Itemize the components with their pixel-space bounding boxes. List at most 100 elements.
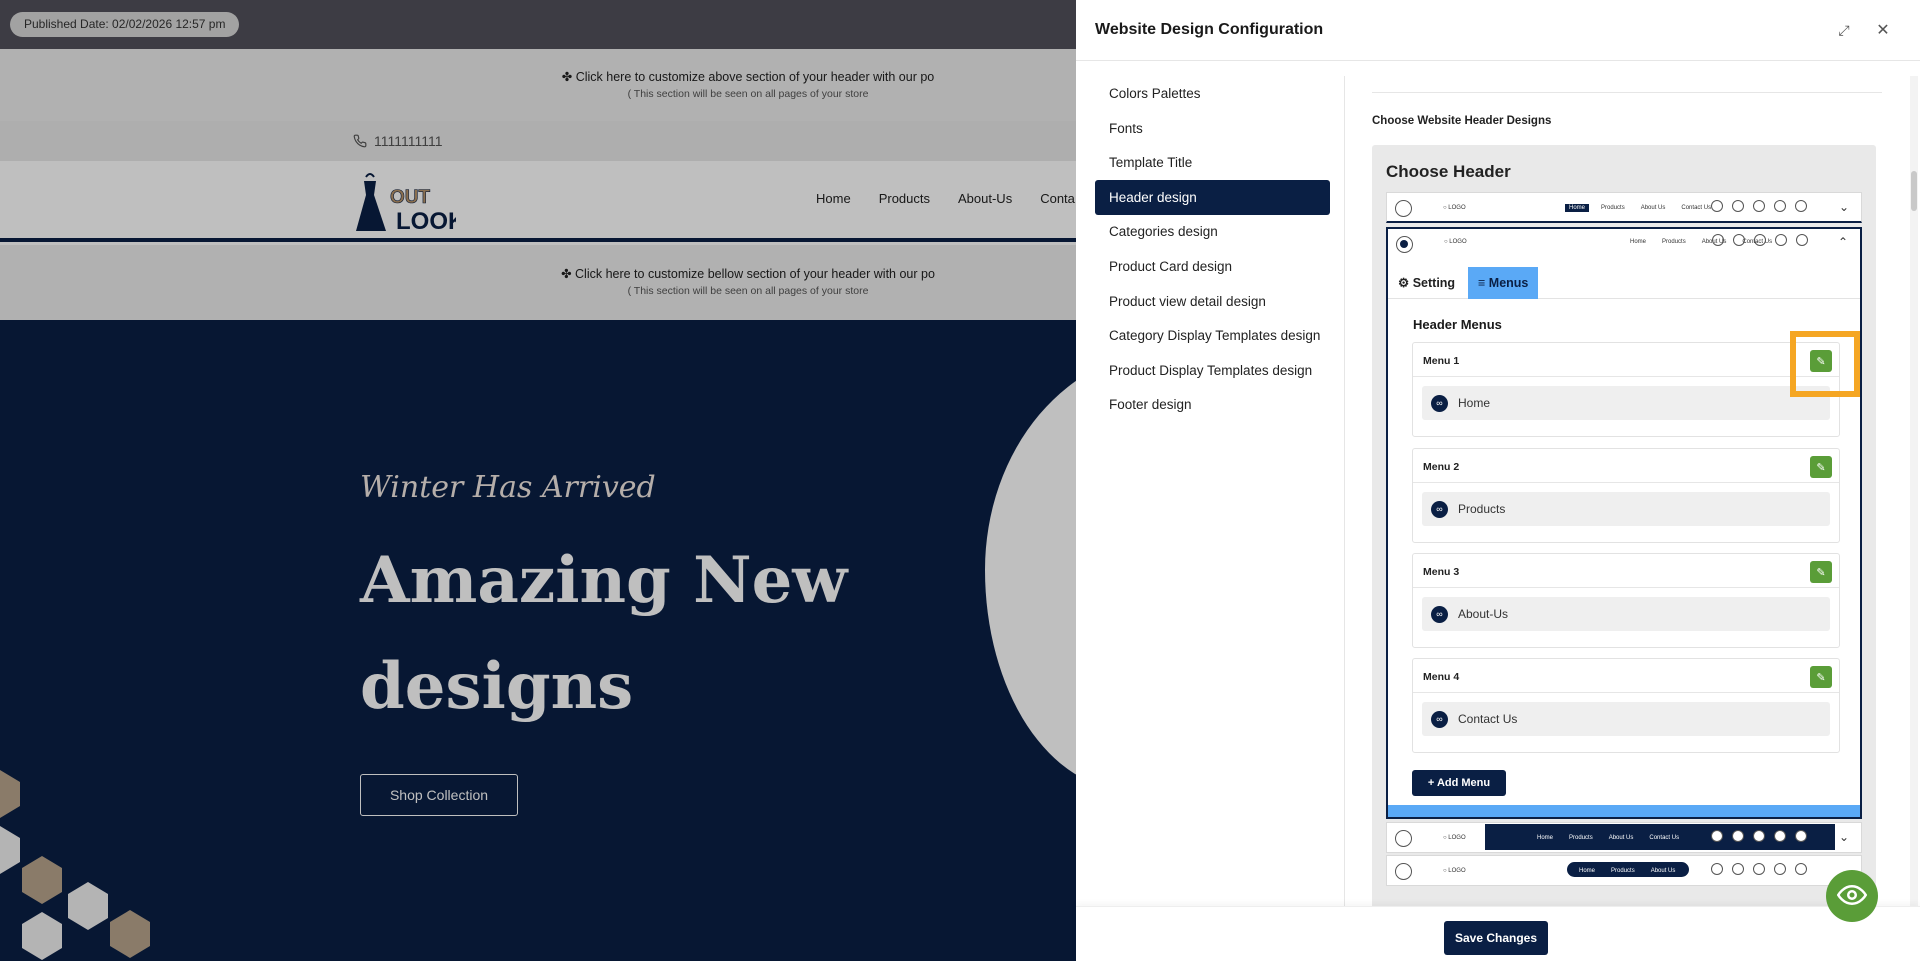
tab-menus-label: Menus bbox=[1488, 276, 1529, 290]
link-icon: ∞ bbox=[1431, 501, 1448, 518]
header-option-3[interactable]: ○ LOGO Home Products About Us Contact Us… bbox=[1386, 822, 1862, 853]
cart-icon bbox=[1753, 200, 1765, 212]
panel-title: Website Design Configuration bbox=[1095, 21, 1324, 38]
menu-item[interactable]: ∞ About-Us bbox=[1422, 597, 1830, 631]
notification-icon bbox=[1774, 200, 1786, 212]
mini-nav: Home Products About Us Contact Us bbox=[1533, 832, 1683, 843]
mini-nav-products: Products bbox=[1662, 238, 1686, 245]
sidebar-item-header-design[interactable]: Header design bbox=[1095, 179, 1330, 215]
search-icon bbox=[1712, 234, 1724, 246]
published-date-badge: Published Date: 02/02/2026 12:57 pm bbox=[10, 12, 240, 37]
menu-item[interactable]: ∞ Contact Us bbox=[1422, 702, 1830, 736]
edit-menu-2-button[interactable]: ✎ bbox=[1810, 456, 1832, 478]
menu-card-header: Menu 3 ✎ bbox=[1413, 554, 1839, 588]
mini-icons bbox=[1711, 830, 1807, 842]
mini-icons bbox=[1712, 234, 1808, 246]
store-header: OUT LOOK Home Products About-Us Conta bbox=[0, 161, 1076, 242]
customize-above-subtext: ( This section will be seen on all pages… bbox=[627, 88, 869, 100]
store-logo[interactable]: OUT LOOK bbox=[352, 169, 456, 235]
customize-below-text: ✤ Click here to customize bellow section… bbox=[561, 267, 935, 281]
header-option-1-preview: ○ LOGO Home Products About Us Contact Us bbox=[1443, 199, 1833, 217]
close-icon[interactable]: ✕ bbox=[1873, 20, 1893, 40]
header-option-2[interactable]: ○ LOGO Home Products About Us Contact Us… bbox=[1386, 227, 1862, 819]
store-nav-menu: Home Products About-Us Conta bbox=[816, 191, 1075, 206]
mini-nav: Home Products About Us Contact Us bbox=[1575, 865, 1725, 876]
menu-label: Menu 3 bbox=[1423, 566, 1460, 578]
phone-number: 1111111111 bbox=[374, 133, 443, 149]
menu-card-header: Menu 2 ✎ bbox=[1413, 449, 1839, 483]
sidebar-item-colors-palettes[interactable]: Colors Palettes bbox=[1095, 76, 1330, 111]
customize-above-header[interactable]: ✤ Click here to customize above section … bbox=[0, 49, 1076, 121]
menu-item[interactable]: ∞ Home bbox=[1422, 386, 1830, 420]
sidebar-item-categories-design[interactable]: Categories design bbox=[1095, 214, 1330, 249]
store-nav-contact[interactable]: Conta bbox=[1040, 191, 1075, 206]
edit-menu-4-button[interactable]: ✎ bbox=[1810, 666, 1832, 688]
store-nav-products[interactable]: Products bbox=[879, 191, 930, 206]
header-design-content: Choose Website Header Designs Choose Hea… bbox=[1345, 61, 1905, 906]
link-icon: ∞ bbox=[1431, 711, 1448, 728]
store-nav-about[interactable]: About-Us bbox=[958, 191, 1012, 206]
pencil-icon: ✎ bbox=[1816, 461, 1826, 474]
menu-item[interactable]: ∞ Products bbox=[1422, 492, 1830, 526]
save-changes-button[interactable]: Save Changes bbox=[1444, 921, 1548, 955]
expanded-bottom-band bbox=[1388, 805, 1860, 817]
header-option-1-radio[interactable] bbox=[1395, 200, 1412, 217]
sidebar-item-template-title[interactable]: Template Title bbox=[1095, 145, 1330, 180]
header-option-3-preview: ○ LOGO Home Products About Us Contact Us bbox=[1443, 824, 1835, 850]
menu-label: Menu 1 bbox=[1423, 355, 1460, 367]
add-menu-button[interactable]: + Add Menu bbox=[1412, 770, 1506, 796]
header-option-3-radio[interactable] bbox=[1395, 830, 1412, 847]
hero-headline: Amazing New designs bbox=[360, 543, 848, 724]
mini-icons bbox=[1711, 200, 1807, 212]
menu-label: Menu 2 bbox=[1423, 461, 1460, 473]
mini-nav: Home Products About Us Contact Us bbox=[1565, 202, 1715, 213]
sidebar-item-product-display-templates[interactable]: Product Display Templates design bbox=[1095, 353, 1330, 388]
preview-toggle-button[interactable] bbox=[1826, 870, 1878, 922]
search-icon bbox=[1711, 830, 1723, 842]
notification-icon bbox=[1774, 830, 1786, 842]
choose-header-box: Choose Header ○ LOGO Home Products About… bbox=[1372, 145, 1876, 906]
edit-menu-1-button[interactable]: ✎ bbox=[1810, 350, 1832, 372]
mini-nav-contact: Contact Us bbox=[1681, 204, 1712, 211]
header-option-4-radio[interactable] bbox=[1395, 863, 1412, 880]
menu-card-header: Menu 1 ✎ bbox=[1413, 343, 1839, 377]
edit-menu-3-button[interactable]: ✎ bbox=[1810, 561, 1832, 583]
scrollbar-thumb[interactable] bbox=[1911, 171, 1917, 211]
panel-footer: Save Changes bbox=[1076, 906, 1920, 961]
logo-text-bottom: LOOK bbox=[396, 208, 456, 235]
shop-collection-button[interactable]: Shop Collection bbox=[360, 774, 518, 816]
cart-icon bbox=[1753, 830, 1765, 842]
gear-icon: ⚙ bbox=[1398, 276, 1410, 290]
mini-nav-contact: Contact Us bbox=[1649, 834, 1680, 841]
cart-icon bbox=[1754, 234, 1766, 246]
phone-contact: 1111111111 bbox=[353, 133, 443, 149]
sidebar-item-footer-design[interactable]: Footer design bbox=[1095, 387, 1330, 422]
customize-below-subtext: ( This section will be seen on all pages… bbox=[627, 285, 869, 297]
chevron-down-icon[interactable]: ⌄ bbox=[1839, 200, 1849, 214]
section-title: Choose Website Header Designs bbox=[1372, 115, 1552, 127]
store-nav-home[interactable]: Home bbox=[816, 191, 851, 206]
mini-nav-about: About Us bbox=[1640, 204, 1666, 211]
sidebar-item-fonts[interactable]: Fonts bbox=[1095, 111, 1330, 146]
expand-icon[interactable]: ⤢ bbox=[1834, 20, 1854, 40]
sidebar-item-category-display-templates[interactable]: Category Display Templates design bbox=[1095, 318, 1330, 353]
mini-logo: ○ LOGO bbox=[1443, 835, 1466, 841]
chevron-up-icon[interactable]: ⌃ bbox=[1838, 235, 1848, 249]
pencil-icon: ✎ bbox=[1816, 671, 1826, 684]
eye-icon bbox=[1836, 884, 1868, 905]
chevron-down-icon[interactable]: ⌄ bbox=[1839, 830, 1849, 844]
notification-icon bbox=[1775, 234, 1787, 246]
tab-menus[interactable]: ≡ Menus bbox=[1468, 267, 1539, 299]
sidebar-item-product-view-detail-design[interactable]: Product view detail design bbox=[1095, 284, 1330, 319]
header-option-2-radio[interactable] bbox=[1396, 236, 1413, 253]
mini-icons bbox=[1711, 863, 1807, 875]
store-preview: Published Date: 02/02/2026 12:57 pm ✤ Cl… bbox=[0, 0, 1076, 961]
header-option-1[interactable]: ○ LOGO Home Products About Us Contact Us… bbox=[1386, 192, 1862, 223]
tab-setting[interactable]: ⚙ Setting bbox=[1388, 267, 1465, 299]
content-scrollbar[interactable] bbox=[1910, 76, 1918, 906]
header-option-4[interactable]: ○ LOGO Home Products About Us Contact Us bbox=[1386, 855, 1862, 886]
customize-below-header[interactable]: ✤ Click here to customize bellow section… bbox=[0, 245, 1076, 320]
sidebar-item-product-card-design[interactable]: Product Card design bbox=[1095, 249, 1330, 284]
menu-card-header: Menu 4 ✎ bbox=[1413, 659, 1839, 693]
menu-item-text: Contact Us bbox=[1458, 712, 1518, 726]
